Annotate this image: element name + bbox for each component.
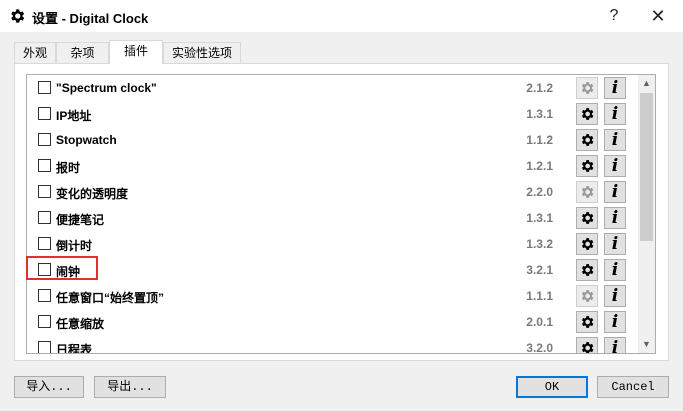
ok-button[interactable]: OK [516, 376, 588, 398]
plugin-version: 2.2.0 [526, 185, 553, 199]
plugin-version: 1.3.1 [526, 107, 553, 121]
gear-icon [581, 238, 594, 250]
plugin-row: 任意窗口“始终置顶” 1.1.1 i [27, 283, 637, 309]
gear-icon [581, 160, 594, 172]
plugin-info-button[interactable]: i [604, 103, 626, 125]
plugin-rows: "Spectrum clock" 2.1.2 i IP地址 1.3.1 i Stopwatc… [27, 75, 637, 354]
plugin-info-button[interactable]: i [604, 285, 626, 307]
plugin-row: Stopwatch 1.1.2 i [27, 127, 637, 153]
import-button[interactable]: 导入... [14, 376, 84, 398]
scrollbar[interactable]: ▲ ▼ [638, 75, 655, 353]
plugin-name: 便捷笔记 [56, 213, 105, 227]
plugin-row: IP地址 1.3.1 i [27, 101, 637, 127]
plugin-info-button[interactable]: i [604, 155, 626, 177]
plugin-row: 报时 1.2.1 i [27, 153, 637, 179]
plugin-list: "Spectrum clock" 2.1.2 i IP地址 1.3.1 i Stopwatc… [26, 74, 656, 354]
plugin-enable-checkbox[interactable] [38, 263, 51, 276]
plugin-version: 1.2.1 [526, 159, 553, 173]
plugin-enable-checkbox[interactable] [38, 81, 51, 94]
plugin-enable-checkbox[interactable] [38, 107, 51, 120]
plugin-info-button[interactable]: i [604, 207, 626, 229]
tab-appearance[interactable]: 外观 [14, 42, 56, 63]
tab-plugins[interactable]: 插件 [109, 40, 163, 64]
plugin-enable-checkbox[interactable] [38, 289, 51, 302]
plugin-name: Stopwatch [56, 133, 117, 147]
plugin-name: 倒计时 [56, 239, 93, 253]
plugin-info-button[interactable]: i [604, 77, 626, 99]
plugin-name: 闹钟 [56, 265, 81, 279]
plugin-settings-button[interactable] [576, 103, 598, 125]
plugin-settings-button[interactable] [576, 181, 598, 203]
plugin-row: 倒计时 1.3.2 i [27, 231, 637, 257]
plugin-name: 报时 [56, 161, 81, 175]
plugin-settings-button[interactable] [576, 77, 598, 99]
window-title: 设置 - Digital Clock [32, 11, 149, 26]
scrollbar-thumb[interactable] [640, 93, 653, 241]
plugin-version: 3.2.0 [526, 341, 553, 354]
plugin-settings-button[interactable] [576, 129, 598, 151]
plugins-panel: "Spectrum clock" 2.1.2 i IP地址 1.3.1 i Stopwatc… [14, 63, 669, 361]
plugin-name: 变化的透明度 [56, 187, 129, 201]
plugin-enable-checkbox[interactable] [38, 315, 51, 328]
plugin-info-button[interactable]: i [604, 311, 626, 333]
plugin-enable-checkbox[interactable] [38, 133, 51, 146]
plugin-name: IP地址 [56, 109, 92, 123]
plugin-version: 2.0.1 [526, 315, 553, 329]
plugin-settings-button[interactable] [576, 207, 598, 229]
plugin-settings-button[interactable] [576, 233, 598, 255]
gear-icon [581, 108, 594, 120]
plugin-info-button[interactable]: i [604, 129, 626, 151]
plugin-info-button[interactable]: i [604, 337, 626, 353]
plugin-settings-button[interactable] [576, 285, 598, 307]
plugin-enable-checkbox[interactable] [38, 185, 51, 198]
gear-icon [581, 134, 594, 146]
plugin-enable-checkbox[interactable] [38, 211, 51, 224]
close-button[interactable]: ✕ [640, 4, 676, 28]
plugin-settings-button[interactable] [576, 337, 598, 353]
plugin-name: 任意窗口“始终置顶” [56, 291, 165, 305]
gear-icon [581, 212, 594, 224]
scroll-up-icon[interactable]: ▲ [638, 75, 655, 92]
plugin-enable-checkbox[interactable] [38, 237, 51, 250]
plugin-name: "Spectrum clock" [56, 81, 157, 95]
plugin-row: 闹钟 3.2.1 i [27, 257, 637, 283]
plugin-settings-button[interactable] [576, 155, 598, 177]
gear-icon [581, 342, 594, 353]
scroll-down-icon[interactable]: ▼ [638, 336, 655, 353]
plugin-version: 1.1.1 [526, 289, 553, 303]
tab-misc[interactable]: 杂项 [56, 42, 109, 63]
plugin-info-button[interactable]: i [604, 233, 626, 255]
gear-icon [11, 9, 25, 23]
gear-icon [581, 186, 594, 198]
gear-icon [581, 82, 594, 94]
plugin-row: 日程表 3.2.0 i [27, 335, 637, 354]
plugin-version: 3.2.1 [526, 263, 553, 277]
gear-icon [581, 264, 594, 276]
plugin-settings-button[interactable] [576, 259, 598, 281]
plugin-enable-checkbox[interactable] [38, 159, 51, 172]
plugin-info-button[interactable]: i [604, 259, 626, 281]
title-bar: 设置 - Digital Clock ? ✕ [0, 0, 683, 32]
plugin-version: 1.1.2 [526, 133, 553, 147]
tab-experimental[interactable]: 实验性选项 [163, 42, 241, 63]
plugin-name: 任意缩放 [56, 317, 105, 331]
plugin-row: 便捷笔记 1.3.1 i [27, 205, 637, 231]
cancel-button[interactable]: Cancel [597, 376, 669, 398]
help-button[interactable]: ? [596, 4, 632, 28]
gear-icon [581, 316, 594, 328]
export-button[interactable]: 导出... [94, 376, 166, 398]
plugin-version: 2.1.2 [526, 81, 553, 95]
plugin-version: 1.3.2 [526, 237, 553, 251]
plugin-row: 任意缩放 2.0.1 i [27, 309, 637, 335]
plugin-settings-button[interactable] [576, 311, 598, 333]
plugin-enable-checkbox[interactable] [38, 341, 51, 353]
plugin-version: 1.3.1 [526, 211, 553, 225]
gear-icon [581, 290, 594, 302]
plugin-name: 日程表 [56, 343, 93, 354]
plugin-row: "Spectrum clock" 2.1.2 i [27, 75, 637, 101]
plugin-info-button[interactable]: i [604, 181, 626, 203]
plugin-row: 变化的透明度 2.2.0 i [27, 179, 637, 205]
